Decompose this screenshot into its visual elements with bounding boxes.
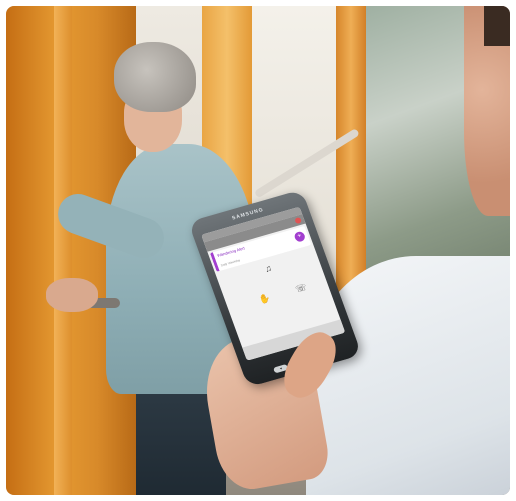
nurse-hair [484,6,510,46]
far-door [336,6,366,306]
hand-icon[interactable]: ✋ [257,292,272,305]
woman-hair [114,42,196,112]
door-edge [54,6,72,495]
woman-hand [46,278,98,312]
add-icon[interactable]: + [293,230,307,243]
alert-subtitle: Daily Weekday [220,258,241,268]
phone-icon[interactable]: ☏ [294,282,309,295]
notification-dot [294,216,303,225]
bell-icon[interactable]: ♫ [263,263,273,274]
